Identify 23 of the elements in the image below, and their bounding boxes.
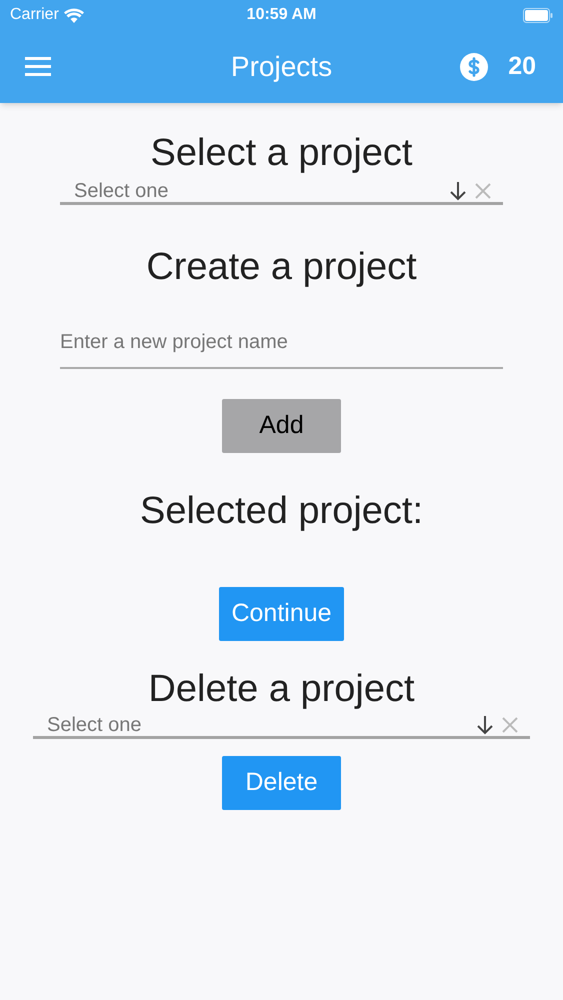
section-heading: Delete a project [148,667,415,711]
dollar-coin-icon [460,52,488,80]
dropdown-placeholder: Select one [74,178,169,204]
section-heading: Selected project: [140,489,424,533]
project-name-field[interactable]: Enter a new project name [60,317,503,369]
carrier-label: Carrier [10,5,59,25]
select-dropdown[interactable]: Select one [60,179,503,205]
down-arrow-icon[interactable] [449,180,467,200]
select-dropdown[interactable]: Select one [33,713,530,739]
coin-count: 20 [508,50,536,82]
clear-icon[interactable] [502,716,518,732]
wifi-icon [64,8,84,22]
down-arrow-icon[interactable] [476,714,494,734]
action-button[interactable]: Delete [222,756,341,810]
clock-label: 10:59 AM [246,5,316,25]
section-heading: Select a project [150,131,412,175]
clear-icon[interactable] [475,182,491,198]
app-title: Projects [230,50,332,84]
section-heading: Create a project [146,245,417,289]
action-button[interactable]: Continue [219,587,344,641]
menu-icon[interactable] [25,57,51,76]
dropdown-placeholder: Select one [47,712,142,738]
battery-icon [523,8,553,22]
